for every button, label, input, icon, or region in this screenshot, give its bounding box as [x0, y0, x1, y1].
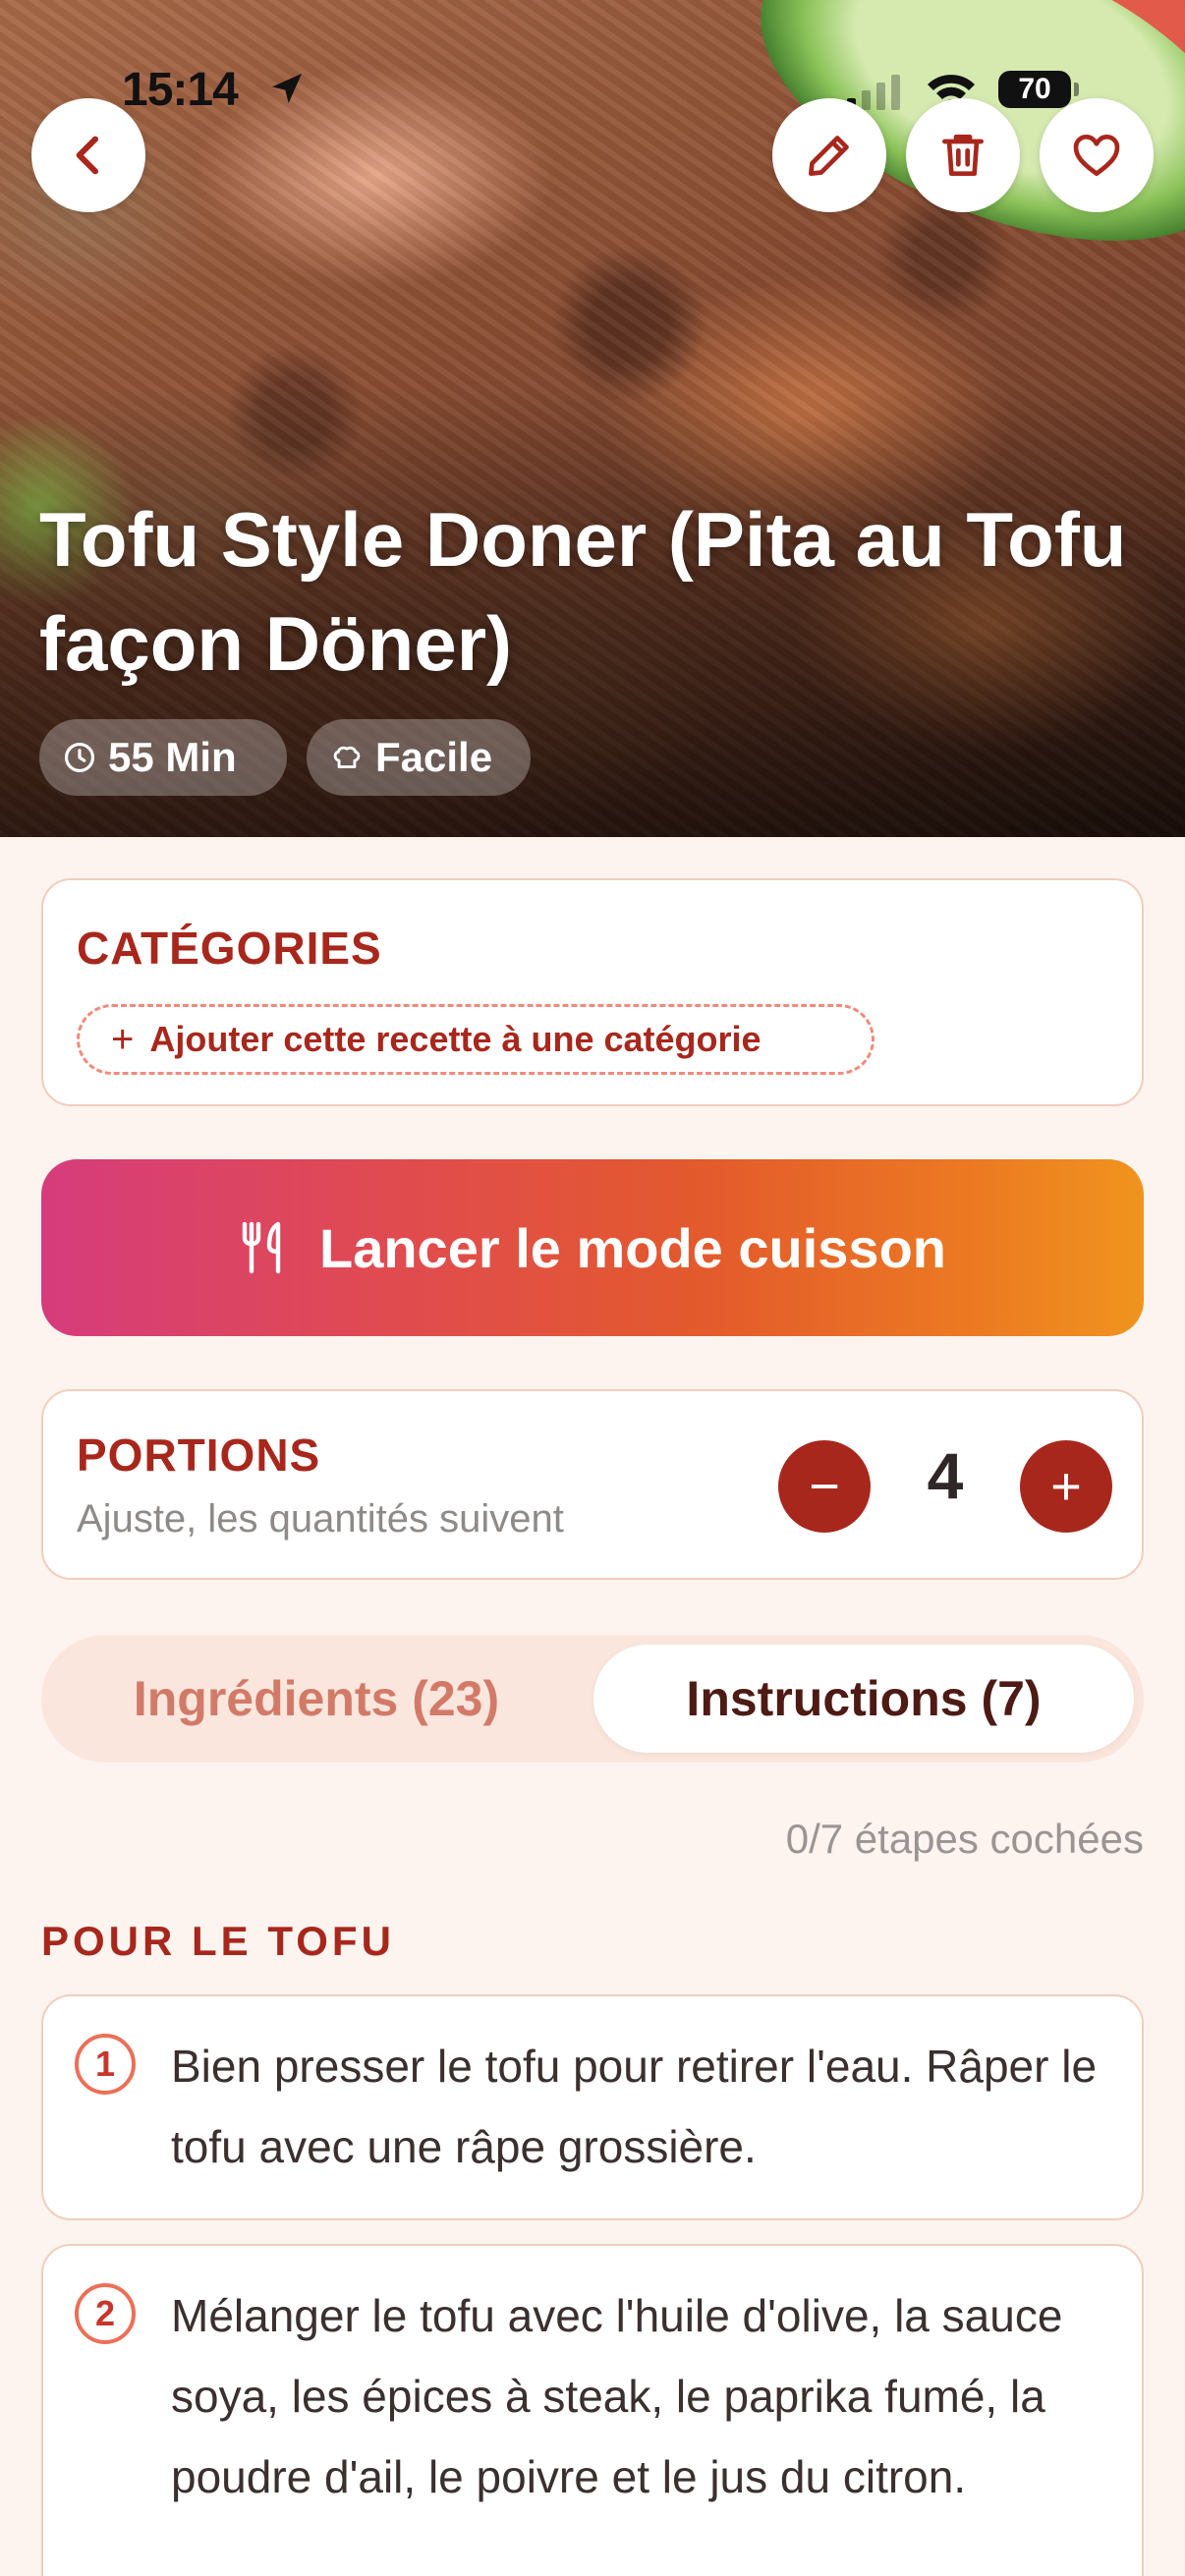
tab-ingredients[interactable]: Ingrédients (23)	[51, 1645, 582, 1753]
categories-card: CATÉGORIES + Ajouter cette recette à une…	[41, 878, 1144, 1106]
chevron-left-icon	[76, 136, 99, 175]
minus-icon: −	[809, 1457, 840, 1516]
clock-icon	[64, 742, 95, 773]
instruction-group-title: POUR LE TOFU	[41, 1918, 395, 1964]
difficulty-label: Facile	[375, 734, 493, 780]
categories-title: CATÉGORIES	[77, 923, 382, 974]
instruction-step[interactable]: 2 Mélanger le tofu avec l'huile d'olive,…	[41, 2244, 1144, 2576]
plus-icon: +	[1050, 1457, 1082, 1516]
portions-title: PORTIONS	[77, 1429, 321, 1481]
back-button[interactable]	[31, 98, 145, 212]
step-text: Mélanger le tofu avec l'huile d'olive, l…	[171, 2290, 1063, 2502]
time-label: 55 Min	[108, 734, 237, 780]
status-time: 15:14	[122, 64, 239, 116]
recipe-title: Tofu Style Doner (Pita au Tofu façon Dön…	[39, 496, 1127, 687]
location-arrow-icon	[272, 74, 302, 103]
edit-button[interactable]	[772, 98, 886, 212]
pencil-icon	[809, 136, 849, 177]
status-bar: 15:14 70	[0, 59, 1185, 118]
plus-icon: +	[111, 1017, 135, 1061]
add-category-label: Ajouter cette recette à une catégorie	[149, 1019, 762, 1059]
difficulty-badge: Facile	[307, 719, 531, 796]
content-tabs: Ingrédients (23) Instructions (7)	[41, 1635, 1144, 1763]
chef-hat-icon	[333, 746, 361, 768]
instruction-step[interactable]: 1 Bien presser le tofu pour retirer l'ea…	[41, 1994, 1144, 2220]
portions-card: PORTIONS Ajuste, les quantités suivent −…	[41, 1389, 1144, 1580]
step-number: 1	[75, 2034, 136, 2095]
portions-value: 4	[927, 1439, 964, 1512]
battery-indicator: 70	[998, 71, 1079, 108]
cook-mode-button[interactable]: Lancer le mode cuisson	[41, 1159, 1144, 1336]
decrease-portions-button[interactable]: −	[778, 1440, 871, 1533]
step-number: 2	[75, 2283, 136, 2344]
add-category-button[interactable]: + Ajouter cette recette à une catégorie	[77, 1004, 875, 1075]
trash-icon	[942, 135, 984, 177]
fork-knife-icon	[242, 1221, 281, 1274]
portions-subtitle: Ajuste, les quantités suivent	[77, 1497, 564, 1540]
favorite-button[interactable]	[1040, 98, 1154, 212]
time-badge: 55 Min	[39, 719, 287, 796]
steps-progress: 0/7 étapes cochées	[785, 1816, 1144, 1862]
heart-icon	[1073, 135, 1120, 177]
delete-button[interactable]	[906, 98, 1020, 212]
step-text: Bien presser le tofu pour retirer l'eau.…	[171, 2041, 1098, 2172]
cook-mode-label: Lancer le mode cuisson	[319, 1216, 946, 1279]
tab-instructions[interactable]: Instructions (7)	[593, 1645, 1134, 1753]
increase-portions-button[interactable]: +	[1020, 1440, 1112, 1533]
